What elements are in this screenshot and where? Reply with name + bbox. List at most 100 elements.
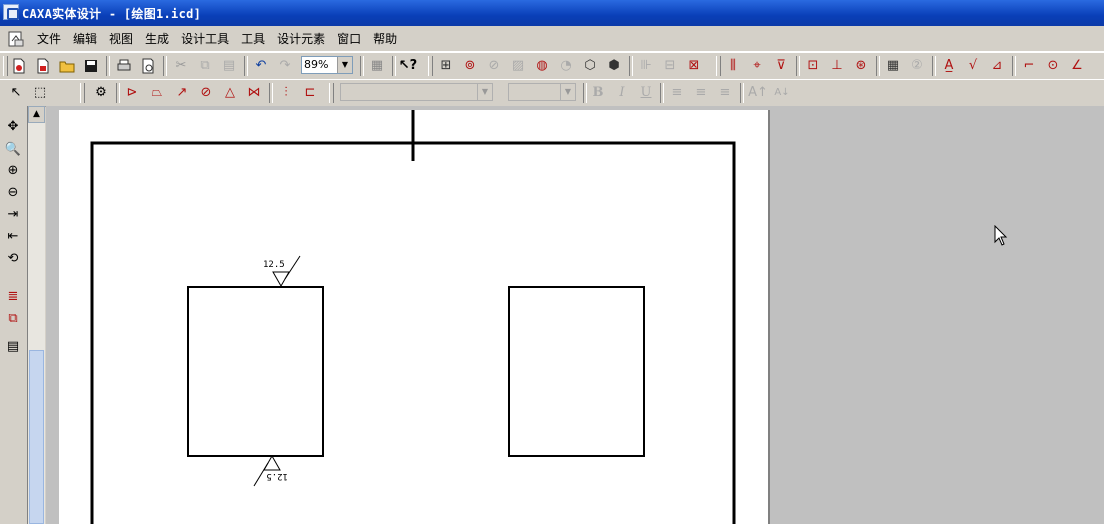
grid-icon[interactable]: ▦ xyxy=(368,57,386,75)
vertical-scrollbar[interactable]: ▲ xyxy=(28,106,45,524)
properties-icon[interactable]: ▤ xyxy=(4,338,22,356)
frame-icon[interactable]: ⊏ xyxy=(301,84,319,102)
font-grow-icon[interactable]: A↑ xyxy=(748,84,768,102)
print-icon[interactable] xyxy=(115,57,133,75)
drawing-sheet[interactable]: 12.5 12.5 xyxy=(59,110,770,524)
toolbar-grip[interactable] xyxy=(329,83,334,103)
app-icon[interactable] xyxy=(3,4,19,20)
zoom-select[interactable]: 89% ▼ xyxy=(301,56,353,74)
save-icon[interactable] xyxy=(82,57,100,75)
menu-design-elements[interactable]: 设计元素 xyxy=(271,31,331,47)
open-folder-icon[interactable] xyxy=(58,57,76,75)
bold-button[interactable]: B xyxy=(589,84,607,102)
select-box-icon[interactable]: ⬚ xyxy=(31,84,49,102)
roughness-symbol-bottom[interactable]: 12.5 xyxy=(253,454,288,487)
select-arrow-icon[interactable]: ↖ xyxy=(7,84,25,102)
section-view-icon[interactable]: ▨ xyxy=(509,57,527,75)
font-size-select[interactable]: ▼ xyxy=(508,83,576,101)
crop-view-icon[interactable]: ⊟ xyxy=(661,57,679,75)
underline-button[interactable]: U xyxy=(637,84,655,102)
menu-tools[interactable]: 工具 xyxy=(235,31,271,47)
center-circle-icon[interactable]: ⊙ xyxy=(1044,57,1062,75)
pan-icon[interactable]: ✥ xyxy=(4,118,22,136)
align-right-icon[interactable]: ≡ xyxy=(716,84,734,102)
tolerance-icon[interactable]: ⊿ xyxy=(988,57,1006,75)
menu-view[interactable]: 视图 xyxy=(103,31,139,47)
menu-window[interactable]: 窗口 xyxy=(331,31,367,47)
update-view-icon[interactable]: ⊠ xyxy=(685,57,703,75)
redo-icon[interactable]: ↷ xyxy=(276,57,294,75)
datum-icon[interactable]: ⊽ xyxy=(772,57,790,75)
menu-edit[interactable]: 编辑 xyxy=(67,31,103,47)
polyline-icon[interactable]: ⊳ xyxy=(123,84,141,102)
fit-page-icon[interactable]: ⇥ xyxy=(4,206,22,224)
right-view[interactable] xyxy=(508,286,645,457)
leader-icon[interactable]: ⌐ xyxy=(1020,57,1038,75)
text-annotation-icon[interactable]: A̲ xyxy=(940,57,958,75)
settings-gear-icon[interactable]: ⚙ xyxy=(92,84,110,102)
toolbar-grip[interactable] xyxy=(3,56,8,76)
copy-icon[interactable]: ⧉ xyxy=(196,57,214,75)
angle-dim-icon[interactable]: ∠ xyxy=(1068,57,1086,75)
hatch-lines-icon[interactable]: ⫶ xyxy=(277,84,295,102)
refresh-view-icon[interactable]: ⟲ xyxy=(4,250,22,268)
projection-view-icon[interactable]: ⊚ xyxy=(461,57,479,75)
menu-generate[interactable]: 生成 xyxy=(139,31,175,47)
toolbar-grip[interactable] xyxy=(428,56,433,76)
roughness-symbol-top[interactable]: 12.5 xyxy=(263,255,301,288)
menu-file[interactable]: 文件 xyxy=(31,31,67,47)
line-style-icon[interactable]: ≣ xyxy=(4,288,22,306)
menu-design-tools[interactable]: 设计工具 xyxy=(175,31,235,47)
font-shrink-icon[interactable]: A↓ xyxy=(773,84,791,102)
hatch-icon[interactable]: ⊛ xyxy=(852,57,870,75)
layers-icon[interactable]: ⧉ xyxy=(4,310,22,328)
align-center-icon[interactable]: ≡ xyxy=(692,84,710,102)
center-mark-icon[interactable]: ⌖ xyxy=(748,57,766,75)
cut-icon[interactable]: ✂ xyxy=(172,57,190,75)
cube-view-icon[interactable]: ⬢ xyxy=(605,57,623,75)
aux-view-icon[interactable]: ⊘ xyxy=(485,57,503,75)
chevron-down-icon[interactable]: ▼ xyxy=(560,84,575,100)
weld-icon[interactable]: ⊥ xyxy=(828,57,846,75)
drawing-canvas[interactable]: 12.5 12.5 xyxy=(59,110,768,524)
align-left-icon[interactable]: ≡ xyxy=(668,84,686,102)
zoom-in-icon[interactable]: ⊕ xyxy=(4,162,22,180)
document-icon[interactable] xyxy=(8,31,24,47)
partial-view-icon[interactable]: ◍ xyxy=(533,57,551,75)
toolbar-grip[interactable] xyxy=(80,83,85,103)
chevron-down-icon[interactable]: ▼ xyxy=(477,84,492,100)
zoom-window-icon[interactable]: 🔍 xyxy=(4,141,22,159)
fit-all-icon[interactable]: ⇤ xyxy=(4,228,22,246)
roughness-icon[interactable]: √ xyxy=(964,57,982,75)
whats-this-icon[interactable]: ↖? xyxy=(399,57,417,75)
arc-icon[interactable]: ↗ xyxy=(173,84,191,102)
menu-help[interactable]: 帮助 xyxy=(367,31,403,47)
zoom-out-icon[interactable]: ⊖ xyxy=(4,184,22,202)
print-preview-icon[interactable] xyxy=(139,57,157,75)
new-drawing-icon[interactable] xyxy=(34,57,52,75)
trapezoid-icon[interactable]: ⏢ xyxy=(148,84,166,102)
font-select[interactable]: ▼ xyxy=(340,83,493,101)
iso-view-icon[interactable]: ⬡ xyxy=(581,57,599,75)
left-view[interactable] xyxy=(187,286,324,457)
balloon-icon[interactable]: ② xyxy=(908,57,926,75)
toolbar-grip[interactable] xyxy=(716,56,721,76)
zoom-value: 89% xyxy=(304,58,329,71)
chevron-down-icon[interactable]: ▼ xyxy=(337,57,352,73)
detail-view-icon[interactable]: ◔ xyxy=(557,57,575,75)
italic-button[interactable]: I xyxy=(613,84,631,102)
new-file-icon[interactable] xyxy=(10,57,28,75)
triangle-icon[interactable]: △ xyxy=(221,84,239,102)
table-icon[interactable]: ▦ xyxy=(884,57,902,75)
standard-view-icon[interactable]: ⊞ xyxy=(437,57,455,75)
undo-icon[interactable]: ↶ xyxy=(252,57,270,75)
circle-slash-icon[interactable]: ⊘ xyxy=(197,84,215,102)
balloon-table-icon[interactable]: ⊡ xyxy=(804,57,822,75)
bowtie-icon[interactable]: ⋈ xyxy=(245,84,263,102)
scroll-thumb[interactable] xyxy=(29,350,44,524)
centerline-icon[interactable]: ⫼ xyxy=(724,57,742,75)
break-view-icon[interactable]: ⊪ xyxy=(637,57,655,75)
paste-icon[interactable]: ▤ xyxy=(220,57,238,75)
separator xyxy=(163,56,167,76)
scroll-up-icon[interactable]: ▲ xyxy=(28,106,45,123)
